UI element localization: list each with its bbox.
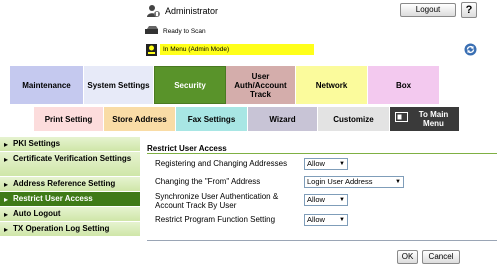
dropdown-arrow-icon: ▼ bbox=[395, 179, 401, 185]
dropdown-arrow-icon: ▼ bbox=[339, 217, 345, 223]
tab-fax-settings[interactable]: Fax Settings bbox=[176, 107, 248, 131]
from-address-select[interactable]: Login User Address ▼ bbox=[304, 176, 404, 188]
sidebar-item-restrict-user-access[interactable]: ▸ Restrict User Access bbox=[0, 192, 140, 207]
ok-button[interactable]: OK bbox=[397, 250, 418, 264]
logout-button[interactable]: Logout bbox=[400, 3, 456, 17]
setting-label: Changing the "From" Address bbox=[155, 177, 261, 186]
page-title: Restrict User Access bbox=[147, 144, 227, 153]
tab-print-setting[interactable]: Print Setting bbox=[34, 107, 104, 131]
tab-system-settings[interactable]: System Settings bbox=[84, 66, 154, 104]
sidebar-item-pki-settings[interactable]: ▸ PKI Settings bbox=[0, 137, 140, 152]
main-menu-icon bbox=[395, 112, 408, 122]
tab-wizard[interactable]: Wizard bbox=[248, 107, 318, 131]
setting-label: Synchronize User Authentication & Accoun… bbox=[155, 192, 279, 210]
tab-security[interactable]: Security bbox=[154, 66, 226, 104]
sidebar-item-address-reference[interactable]: ▸ Address Reference Setting bbox=[0, 177, 140, 192]
setting-label: Registering and Changing Addresses bbox=[155, 159, 288, 168]
refresh-icon[interactable] bbox=[464, 43, 477, 56]
cancel-button[interactable]: Cancel bbox=[422, 250, 460, 264]
tab-box[interactable]: Box bbox=[368, 66, 440, 104]
to-main-menu-button[interactable]: To Main Menu bbox=[390, 107, 460, 131]
user-name: Administrator bbox=[165, 6, 219, 16]
tab-user-auth-account-track[interactable]: User Auth/Account Track bbox=[226, 66, 296, 104]
dropdown-arrow-icon: ▼ bbox=[339, 197, 345, 203]
scanner-icon bbox=[145, 26, 158, 34]
registering-addresses-select[interactable]: Allow ▼ bbox=[304, 158, 348, 170]
chevron-right-icon: ▸ bbox=[4, 155, 9, 164]
sidebar-item-certificate-verification[interactable]: ▸ Certificate Verification Settings bbox=[0, 152, 140, 177]
mode-indicator: In Menu (Admin Mode) bbox=[160, 44, 314, 55]
sidebar: ▸ PKI Settings ▸ Certificate Verificatio… bbox=[0, 137, 140, 237]
dropdown-arrow-icon: ▼ bbox=[339, 161, 345, 167]
tab-network[interactable]: Network bbox=[296, 66, 368, 104]
restrict-program-select[interactable]: Allow ▼ bbox=[304, 214, 348, 226]
footer-divider bbox=[147, 240, 497, 241]
chevron-right-icon: ▸ bbox=[4, 195, 9, 204]
sync-auth-select[interactable]: Allow ▼ bbox=[304, 194, 348, 206]
setting-label: Restrict Program Function Setting bbox=[155, 215, 276, 224]
chevron-right-icon: ▸ bbox=[4, 180, 9, 189]
help-button[interactable]: ? bbox=[461, 2, 477, 18]
title-divider bbox=[147, 153, 497, 154]
chevron-right-icon: ▸ bbox=[4, 225, 9, 234]
tab-store-address[interactable]: Store Address bbox=[104, 107, 176, 131]
admin-mode-icon bbox=[146, 44, 157, 56]
sidebar-item-tx-operation-log[interactable]: ▸ TX Operation Log Setting bbox=[0, 222, 140, 237]
tab-customize[interactable]: Customize bbox=[318, 107, 390, 131]
administrator-icon bbox=[147, 5, 160, 17]
tab-maintenance[interactable]: Maintenance bbox=[10, 66, 84, 104]
status-text: Ready to Scan bbox=[163, 28, 206, 35]
chevron-right-icon: ▸ bbox=[4, 140, 9, 149]
chevron-right-icon: ▸ bbox=[4, 210, 9, 219]
sidebar-item-auto-logout[interactable]: ▸ Auto Logout bbox=[0, 207, 140, 222]
